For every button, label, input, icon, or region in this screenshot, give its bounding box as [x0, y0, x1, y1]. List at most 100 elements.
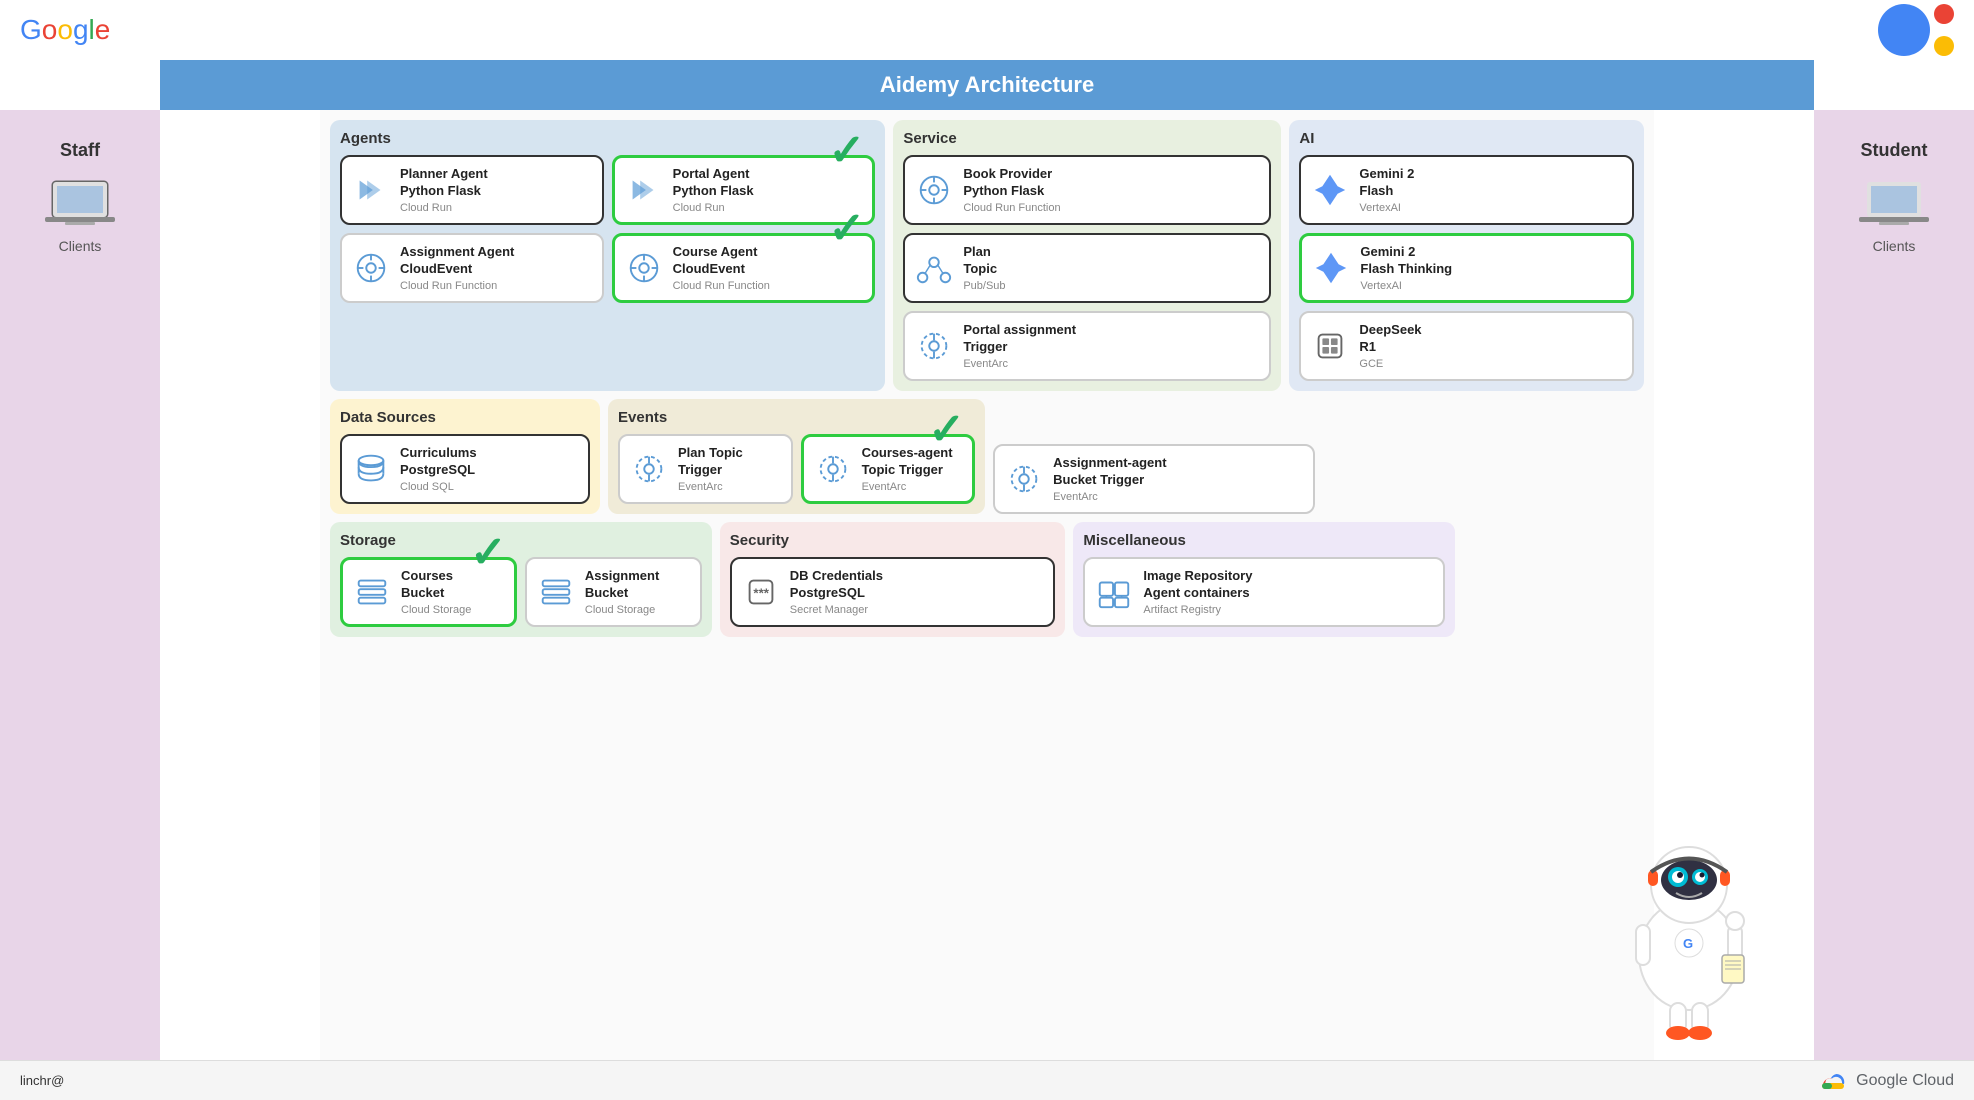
robot-illustration: G [1604, 825, 1774, 1045]
course-agent-check: ✓ [828, 203, 865, 254]
courses-bucket-subtitle: Cloud Storage [401, 604, 504, 616]
portal-agent-icon [625, 171, 663, 209]
row3: Storage ✓ [330, 522, 1644, 637]
assistant-dots [1934, 4, 1954, 56]
row1: Agents Planner [330, 120, 1644, 391]
student-laptop-icon [1859, 177, 1929, 232]
portal-trigger-text: Portal assignmentTrigger EventArc [963, 322, 1259, 370]
service-section: Service [893, 120, 1281, 391]
arch-title: Aidemy Architecture [880, 72, 1094, 97]
assignment-bucket-trigger-title: Assignment-agentBucket Trigger [1053, 455, 1302, 489]
plan-topic-trigger-icon [630, 450, 668, 488]
portal-trigger-card: Portal assignmentTrigger EventArc [903, 311, 1271, 381]
book-provider-subtitle: Cloud Run Function [963, 202, 1259, 214]
service-col: Book ProviderPython Flask Cloud Run Func… [903, 155, 1271, 381]
book-provider-card: Book ProviderPython Flask Cloud Run Func… [903, 155, 1271, 225]
svg-text:***: *** [753, 586, 769, 601]
image-repo-card: Image RepositoryAgent containers Artifac… [1083, 557, 1445, 627]
assignment-bucket-trigger-icon [1005, 460, 1043, 498]
courses-bucket-icon [353, 573, 391, 611]
assistant-icon [1878, 4, 1954, 56]
google-cloud-icon [1818, 1070, 1848, 1092]
assignment-bucket-trigger-subtitle: EventArc [1053, 491, 1302, 503]
portal-trigger-title: Portal assignmentTrigger [963, 322, 1259, 356]
plan-topic-subtitle: Pub/Sub [963, 280, 1259, 292]
misc-section: Miscellaneous Image Repository [1073, 522, 1455, 637]
staff-laptop-icon [45, 177, 115, 232]
db-credentials-subtitle: Secret Manager [790, 604, 1044, 616]
image-repo-icon [1095, 573, 1133, 611]
assignment-bucket-trigger-text: Assignment-agentBucket Trigger EventArc [1053, 455, 1302, 503]
planner-agent-wrapper: Planner AgentPython Flask Cloud Run [340, 155, 604, 225]
assignment-bucket-icon [537, 573, 575, 611]
plan-topic-trigger-title: Plan TopicTrigger [678, 445, 781, 479]
gemini-thinking-card: Gemini 2Flash Thinking VertexAI [1299, 233, 1634, 303]
google-cloud-text: Google Cloud [1856, 1072, 1954, 1090]
deepseek-subtitle: GCE [1359, 358, 1622, 370]
staff-label: Staff [60, 140, 100, 161]
google-logo: Google [20, 14, 110, 46]
assignment-bucket-title: AssignmentBucket [585, 568, 690, 602]
assignment-bucket-trigger-card: Assignment-agentBucket Trigger EventArc [993, 444, 1314, 514]
events-section: Events Plan TopicT [608, 399, 985, 514]
events-grid: Plan TopicTrigger EventArc ✓ [618, 434, 975, 504]
gemini-thinking-icon [1312, 249, 1350, 287]
image-repo-title: Image RepositoryAgent containers [1143, 568, 1433, 602]
book-provider-text: Book ProviderPython Flask Cloud Run Func… [963, 166, 1259, 214]
courses-bucket-check: ✓ [470, 527, 507, 578]
planner-agent-subtitle: Cloud Run [400, 202, 592, 214]
staff-panel: Staff Clients [0, 110, 160, 1060]
deepseek-title: DeepSeekR1 [1359, 322, 1622, 356]
agents-row1: Planner AgentPython Flask Cloud Run ✓ [340, 155, 875, 225]
gemini-flash-card: Gemini 2Flash VertexAI [1299, 155, 1634, 225]
assignment-agent-subtitle: Cloud Run Function [400, 280, 592, 292]
planner-agent-icon [352, 171, 390, 209]
plan-topic-trigger-text: Plan TopicTrigger EventArc [678, 445, 781, 493]
book-provider-title: Book ProviderPython Flask [963, 166, 1259, 200]
top-bar: Google [0, 0, 1974, 60]
robot-space [1463, 522, 1644, 637]
gemini-flash-text: Gemini 2Flash VertexAI [1359, 166, 1622, 214]
plan-topic-title: PlanTopic [963, 244, 1259, 278]
assistant-circle-blue [1878, 4, 1930, 56]
image-repo-subtitle: Artifact Registry [1143, 604, 1433, 616]
plan-topic-card: PlanTopic Pub/Sub [903, 233, 1271, 303]
curriculums-icon [352, 450, 390, 488]
ai-section-label: AI [1299, 130, 1634, 147]
arch-body: Agents Planner [320, 110, 1654, 1060]
arch-title-bar: Aidemy Architecture [160, 60, 1814, 110]
agents-section: Agents Planner [330, 120, 885, 391]
course-agent-wrapper: ✓ [612, 233, 876, 303]
agents-row2: Assignment AgentCloudEvent Cloud Run Fun… [340, 233, 875, 303]
events-section-label: Events [618, 409, 975, 426]
plan-topic-trigger-card: Plan TopicTrigger EventArc [618, 434, 793, 504]
extra-triggers-col: Assignment-agentBucket Trigger EventArc [993, 399, 1314, 514]
storage-grid: ✓ CoursesBucket Clo [340, 557, 702, 627]
google-cloud-logo: Google Cloud [1818, 1070, 1954, 1092]
deepseek-text: DeepSeekR1 GCE [1359, 322, 1622, 370]
gemini-thinking-text: Gemini 2Flash Thinking VertexAI [1360, 244, 1621, 292]
ai-col: Gemini 2Flash VertexAI Gemini 2Flash Thi [1299, 155, 1634, 381]
course-agent-icon [625, 249, 663, 287]
gemini-flash-icon [1311, 171, 1349, 209]
image-repo-text: Image RepositoryAgent containers Artifac… [1143, 568, 1433, 616]
student-label: Student [1861, 140, 1928, 161]
courses-topic-trigger-wrapper: ✓ Courses-agentT [801, 434, 976, 504]
bottom-bar: linchr@ Google Cloud [0, 1060, 1974, 1100]
planner-agent-text: Planner AgentPython Flask Cloud Run [400, 166, 592, 214]
row2: Data Sources CurriculumsPostgr [330, 399, 1644, 514]
gemini-thinking-title: Gemini 2Flash Thinking [1360, 244, 1621, 278]
plan-topic-trigger-subtitle: EventArc [678, 481, 781, 493]
assignment-agent-icon [352, 249, 390, 287]
deepseek-icon [1311, 327, 1349, 365]
course-agent-subtitle: Cloud Run Function [673, 280, 863, 292]
deepseek-card: DeepSeekR1 GCE [1299, 311, 1634, 381]
assignment-bucket-card: AssignmentBucket Cloud Storage [525, 557, 702, 627]
db-credentials-card: *** DB CredentialsPostgreSQL Secret Mana… [730, 557, 1056, 627]
gemini-flash-subtitle: VertexAI [1359, 202, 1622, 214]
assignment-agent-card: Assignment AgentCloudEvent Cloud Run Fun… [340, 233, 604, 303]
curriculums-text: CurriculumsPostgreSQL Cloud SQL [400, 445, 578, 493]
db-credentials-title: DB CredentialsPostgreSQL [790, 568, 1044, 602]
storage-section: Storage ✓ [330, 522, 712, 637]
gemini-flash-title: Gemini 2Flash [1359, 166, 1622, 200]
